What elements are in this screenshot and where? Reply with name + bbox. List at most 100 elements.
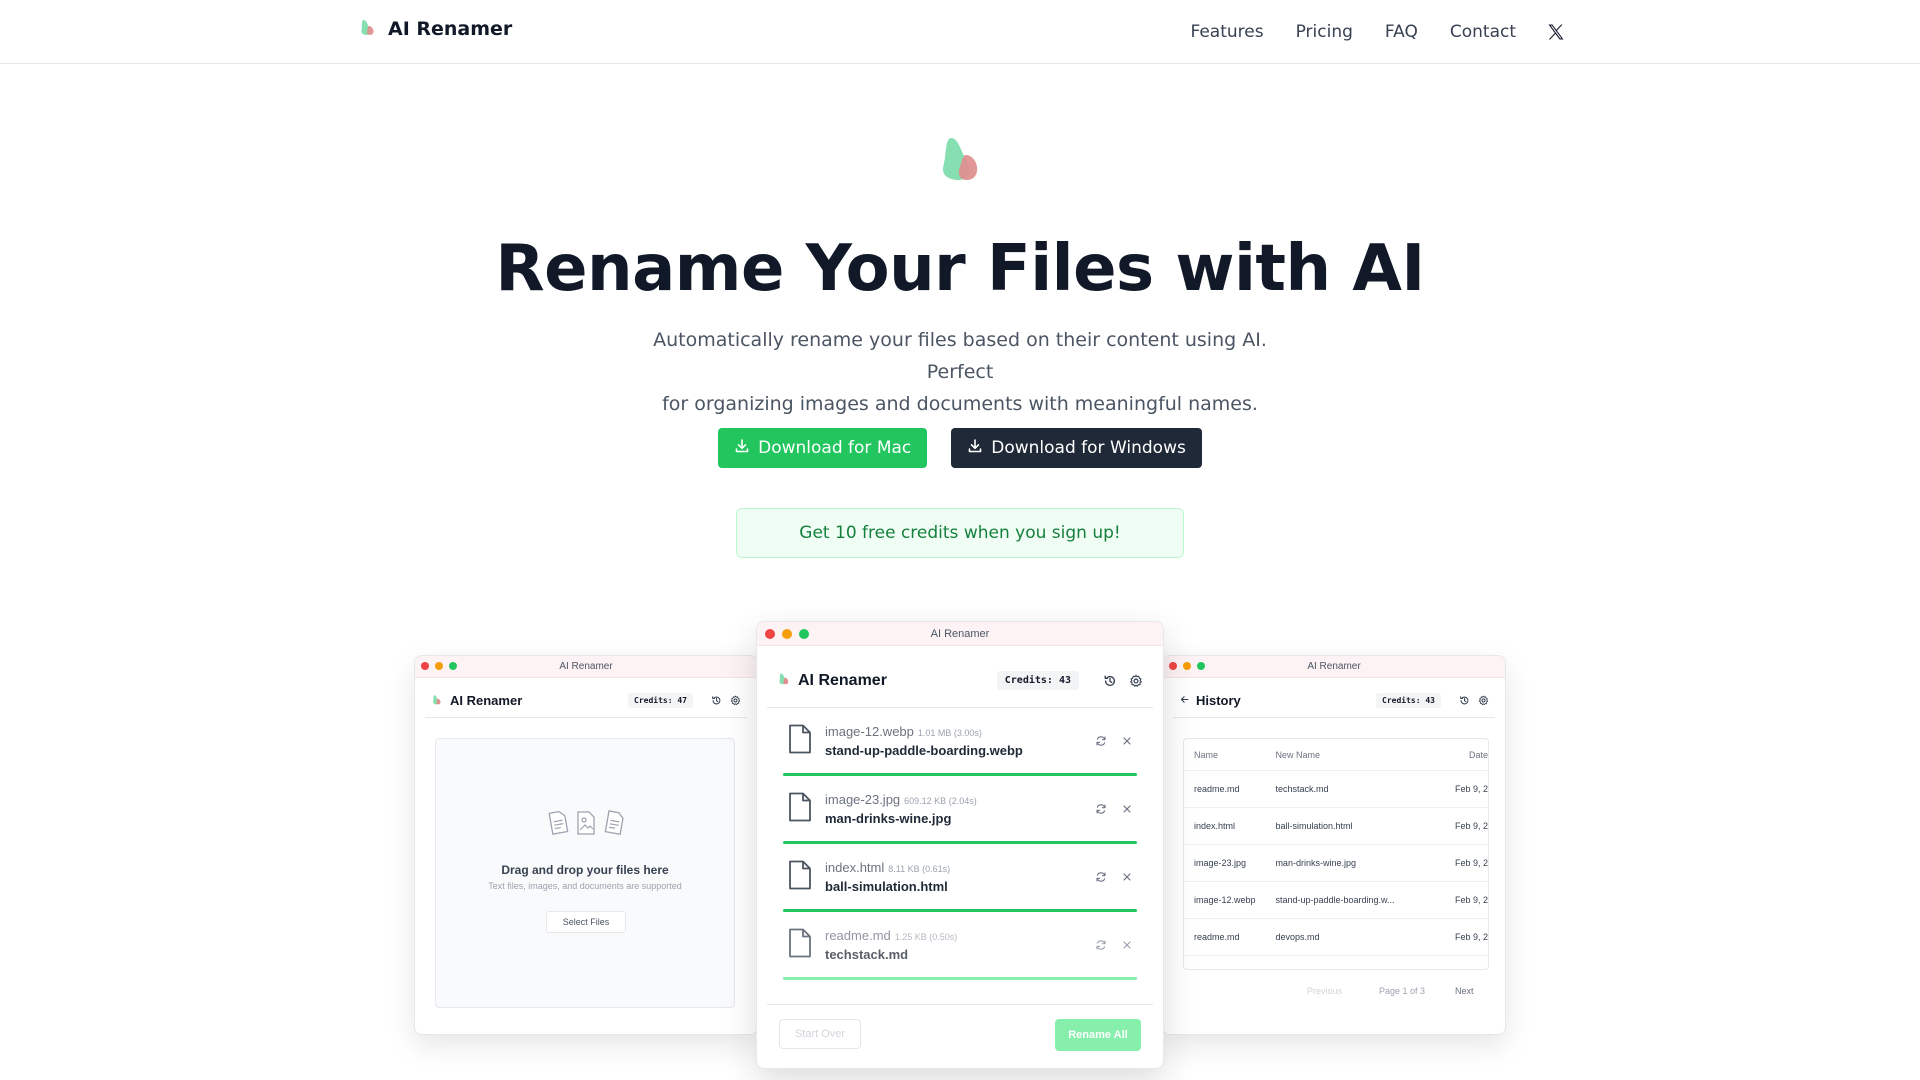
logo-icon xyxy=(431,693,442,708)
brand[interactable]: AI Renamer xyxy=(358,18,512,40)
cell-name: image-23.jpg xyxy=(1194,858,1247,868)
window-titlebar: AI Renamer xyxy=(415,656,757,678)
new-filename: techstack.md xyxy=(825,947,909,962)
file-item: readme.md 1.25 KB (0.50s) techstack.md xyxy=(783,912,1137,980)
file-icon xyxy=(787,860,813,894)
app-footer: Start Over Rename All xyxy=(767,1004,1153,1068)
settings-icon[interactable] xyxy=(1129,674,1143,688)
credits-badge: Credits: 47 xyxy=(628,693,693,708)
app-window-rename: AI Renamer AI Renamer Credits: 43 image-… xyxy=(756,621,1164,1069)
refresh-icon[interactable] xyxy=(1095,868,1107,887)
cell-date: Feb 9, 2 xyxy=(1454,895,1488,905)
logo-icon xyxy=(358,18,376,40)
pagination-next[interactable]: Next xyxy=(1455,986,1474,996)
app-title: AI Renamer xyxy=(450,693,523,708)
app-header: AI Renamer Credits: 47 xyxy=(425,684,747,718)
history-icon[interactable] xyxy=(711,695,722,706)
maximize-window-dot[interactable] xyxy=(1197,662,1205,670)
file-meta: 1.25 KB (0.50s) xyxy=(894,932,958,942)
file-icon xyxy=(787,792,813,826)
close-window-dot[interactable] xyxy=(421,662,429,670)
window-controls xyxy=(421,662,457,670)
arrow-left-icon[interactable] xyxy=(1179,693,1190,708)
download-icon xyxy=(734,438,750,459)
maximize-window-dot[interactable] xyxy=(449,662,457,670)
app-window-upload: AI Renamer AI Renamer Credits: 47 Drag a… xyxy=(414,655,758,1035)
main-nav: Features Pricing FAQ Contact xyxy=(1159,0,1567,64)
file-item: index.html 8.11 KB (0.61s) ball-simulatio… xyxy=(783,844,1137,912)
cell-name: readme.md xyxy=(1194,932,1240,942)
refresh-icon[interactable] xyxy=(1095,936,1107,955)
select-files-button[interactable]: Select Files xyxy=(546,911,626,933)
cell-new-name: ball-simulation.html xyxy=(1275,821,1353,831)
file-dropzone[interactable]: Drag and drop your files here Text files… xyxy=(435,738,735,1008)
table-row[interactable]: image-23.jpg man-drinks-wine.jpg Feb 9, … xyxy=(1184,845,1488,882)
minimize-window-dot[interactable] xyxy=(435,662,443,670)
credits-badge: Credits: 43 xyxy=(1376,693,1441,708)
pagination-previous[interactable]: Previous xyxy=(1307,986,1342,996)
column-header-name: Name xyxy=(1194,749,1219,760)
hero-logo-icon xyxy=(936,136,984,186)
start-over-button[interactable]: Start Over xyxy=(779,1019,861,1049)
minimize-window-dot[interactable] xyxy=(1183,662,1191,670)
refresh-icon[interactable] xyxy=(1095,800,1107,819)
table-header-row: Name New Name Date xyxy=(1184,739,1488,771)
download-windows-button[interactable]: Download for Windows xyxy=(951,428,1202,468)
file-meta: 1.01 MB (3.00s) xyxy=(917,728,982,738)
window-titlebar: AI Renamer xyxy=(1163,656,1505,678)
file-types-illustration xyxy=(546,809,626,841)
original-filename: image-23.jpg 609.12 KB (2.04s) xyxy=(825,792,977,807)
table-row[interactable]: readme.md techstack.md Feb 9, 2 xyxy=(1184,771,1488,808)
history-title: History xyxy=(1196,693,1241,708)
history-icon[interactable] xyxy=(1459,695,1470,706)
document-file-icon xyxy=(602,809,626,841)
download-windows-label: Download for Windows xyxy=(991,438,1186,458)
app-window-history: AI Renamer History Credits: 43 Name New … xyxy=(1162,655,1506,1035)
logo-icon xyxy=(777,672,790,690)
file-actions xyxy=(1095,936,1133,955)
close-icon[interactable] xyxy=(1121,868,1133,887)
settings-icon[interactable] xyxy=(730,695,741,706)
rename-all-button[interactable]: Rename All xyxy=(1055,1019,1141,1051)
new-filename: ball-simulation.html xyxy=(825,879,948,894)
dropzone-subtitle: Text files, images, and documents are su… xyxy=(488,881,682,891)
x-twitter-icon[interactable] xyxy=(1546,22,1566,42)
nav-features[interactable]: Features xyxy=(1191,22,1264,42)
nav-pricing[interactable]: Pricing xyxy=(1296,22,1353,42)
maximize-window-dot[interactable] xyxy=(799,629,809,639)
cell-name: readme.md xyxy=(1194,784,1240,794)
close-icon[interactable] xyxy=(1121,936,1133,955)
site-header: AI Renamer Features Pricing FAQ Contact xyxy=(0,0,1920,64)
history-icon[interactable] xyxy=(1103,674,1117,688)
file-meta: 609.12 KB (2.04s) xyxy=(904,796,977,806)
app-body: AI Renamer Credits: 43 image-12.webp 1.01… xyxy=(767,654,1153,1068)
hero-subtitle: Automatically rename your files based on… xyxy=(620,324,1300,420)
original-filename-text: readme.md xyxy=(825,928,891,943)
minimize-window-dot[interactable] xyxy=(782,629,792,639)
window-title: AI Renamer xyxy=(559,661,613,672)
table-row[interactable]: image-12.webp stand-up-paddle-boarding.w… xyxy=(1184,882,1488,919)
file-item: image-12.webp 1.01 MB (3.00s) stand-up-pa… xyxy=(783,708,1137,776)
nav-faq[interactable]: FAQ xyxy=(1385,22,1418,42)
app-header: AI Renamer Credits: 43 xyxy=(767,654,1153,708)
close-window-dot[interactable] xyxy=(765,629,775,639)
new-filename: stand-up-paddle-boarding.webp xyxy=(825,743,1023,758)
download-mac-button[interactable]: Download for Mac xyxy=(718,428,928,468)
column-header-new-name: New Name xyxy=(1275,749,1320,760)
app-title: AI Renamer xyxy=(798,671,887,689)
table-row[interactable]: readme.md devops.md Feb 9, 2 xyxy=(1184,919,1488,956)
original-filename-text: image-12.webp xyxy=(825,724,914,739)
app-actions: Credits: 47 xyxy=(628,693,741,708)
app-brand: AI Renamer xyxy=(777,672,887,690)
table-row[interactable]: index.html ball-simulation.html Feb 9, 2 xyxy=(1184,808,1488,845)
refresh-icon[interactable] xyxy=(1095,732,1107,751)
settings-icon[interactable] xyxy=(1478,695,1489,706)
nav-contact[interactable]: Contact xyxy=(1450,22,1516,42)
close-icon[interactable] xyxy=(1121,732,1133,751)
rename-progress-fill xyxy=(783,977,1137,980)
window-controls xyxy=(1169,662,1205,670)
cell-name: image-12.webp xyxy=(1194,895,1256,905)
file-actions xyxy=(1095,732,1133,751)
close-icon[interactable] xyxy=(1121,800,1133,819)
close-window-dot[interactable] xyxy=(1169,662,1177,670)
